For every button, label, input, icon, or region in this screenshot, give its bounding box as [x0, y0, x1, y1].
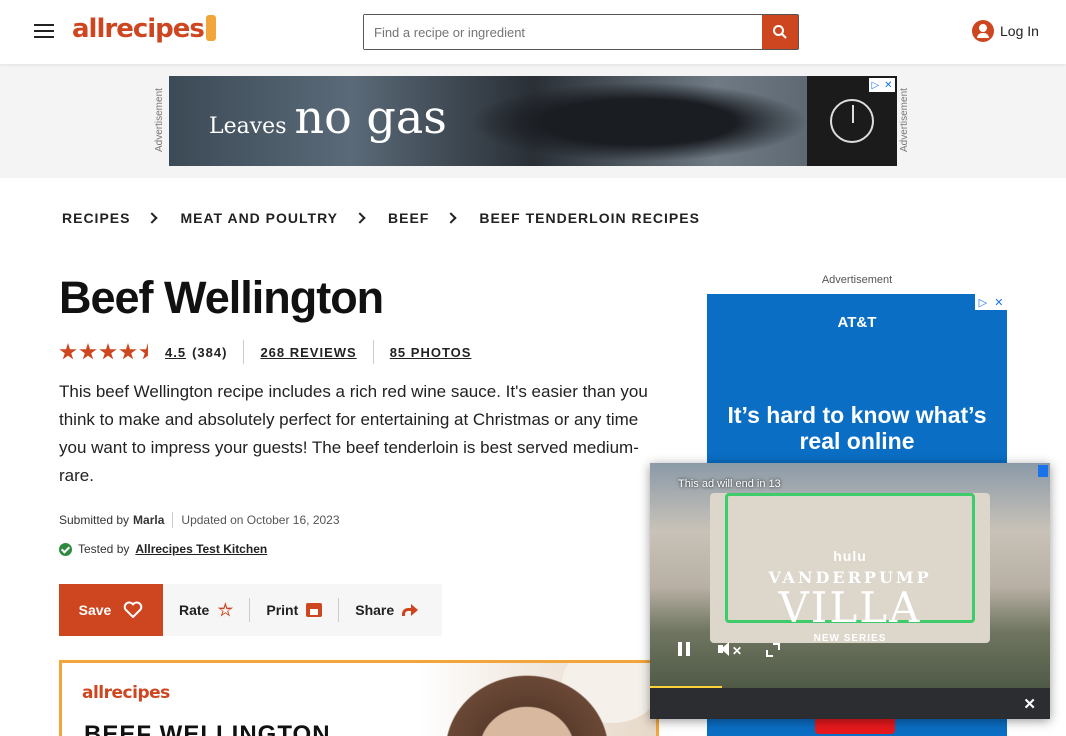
- ad-choices-close[interactable]: ▷ ✕: [869, 78, 895, 92]
- show-title-line2: VILLA: [778, 583, 922, 632]
- video-frame: This ad will end in 13 hulu VANDERPUMP V…: [650, 463, 1050, 688]
- star-icon: [79, 343, 97, 360]
- verified-check-icon: [59, 542, 72, 556]
- recipe-video-thumbnail[interactable]: allrecipes BEEF WELLINGTON: [59, 660, 659, 736]
- search-bar: [363, 14, 799, 50]
- divider: [243, 340, 245, 364]
- car-image: [469, 82, 809, 162]
- ad-label-sidebar: Advertisement: [821, 274, 893, 286]
- host-photo: [432, 663, 622, 736]
- updated-date: Updated on October 16, 2023: [181, 513, 340, 527]
- chevron-right-icon: [445, 212, 458, 224]
- adchoices-icon: ▷: [978, 296, 988, 309]
- show-tagline: NEW SERIES: [813, 633, 887, 644]
- site-logo[interactable]: allrecipes: [72, 14, 216, 44]
- ad-brand: AT&T: [837, 314, 877, 331]
- author-link[interactable]: Marla: [133, 513, 164, 527]
- recipe-description: This beef Wellington recipe includes a r…: [59, 382, 648, 485]
- adchoices-icon: ▷: [871, 79, 880, 91]
- rate-button[interactable]: Rate: [163, 598, 249, 622]
- ad-choices-close[interactable]: ▷ ✕: [975, 294, 1007, 310]
- tested-prefix: Tested by: [78, 542, 130, 556]
- star-outline-icon: [217, 602, 234, 617]
- account-icon: [972, 20, 994, 42]
- pause-icon[interactable]: [678, 642, 690, 660]
- ad-headline-big: no gas: [294, 90, 447, 144]
- logo-text: allrecipes: [72, 14, 205, 44]
- ad-label-left: Advertisement: [154, 88, 165, 152]
- breadcrumb-meat-and-poultry[interactable]: MEAT AND POULTRY: [180, 210, 338, 226]
- star-icon: [59, 343, 77, 360]
- page-title: Beef Wellington: [59, 272, 384, 323]
- search-input[interactable]: [364, 15, 762, 49]
- rating-count: (384): [192, 344, 228, 360]
- star-icon: [119, 343, 137, 360]
- search-icon: [773, 25, 787, 39]
- test-kitchen-link[interactable]: Allrecipes Test Kitchen: [135, 542, 267, 556]
- login-label: Log In: [1000, 23, 1039, 39]
- breadcrumb-beef-tenderloin[interactable]: BEEF TENDERLOIN RECIPES: [479, 210, 700, 226]
- brand-star-icon: [830, 99, 874, 143]
- divider: [172, 512, 174, 528]
- star-rating[interactable]: [59, 343, 157, 361]
- hero-title: BEEF WELLINGTON: [84, 721, 331, 736]
- floating-video-ad[interactable]: This ad will end in 13 hulu VANDERPUMP V…: [650, 463, 1050, 719]
- ad-headline: Leaves no gas: [209, 90, 447, 144]
- photos-link[interactable]: 85 PHOTOS: [390, 345, 472, 360]
- print-button[interactable]: Print: [249, 598, 338, 622]
- submitted-prefix: Submitted by: [59, 513, 130, 527]
- share-button[interactable]: Share: [338, 598, 434, 622]
- video-brand: hulu: [833, 548, 867, 564]
- chevron-right-icon: [146, 212, 159, 224]
- search-button[interactable]: [762, 15, 798, 49]
- byline: Submitted by Marla Updated on October 16…: [59, 512, 340, 528]
- breadcrumb: RECIPES MEAT AND POULTRY BEEF BEEF TENDE…: [62, 210, 700, 226]
- close-icon: ✕: [994, 296, 1004, 309]
- save-label: Save: [78, 602, 112, 618]
- star-half-icon: [139, 343, 157, 360]
- close-video-icon[interactable]: ✕: [1023, 695, 1036, 713]
- ad-headline-small: Leaves: [209, 114, 287, 139]
- reviews-link[interactable]: 268 REVIEWS: [260, 345, 356, 360]
- share-icon: [402, 604, 419, 616]
- video-close-bar: ✕: [650, 688, 1050, 719]
- ad-label-right: Advertisement: [899, 88, 910, 152]
- print-icon: [306, 603, 323, 617]
- heart-icon: [124, 601, 143, 618]
- ad-text: It’s hard to know what’s real online: [727, 402, 987, 454]
- recipe-actions: Save Rate Print Share: [59, 584, 442, 636]
- adchoices-icon[interactable]: [1038, 465, 1048, 477]
- chevron-right-icon: [354, 212, 366, 224]
- share-label: Share: [355, 602, 395, 618]
- logo-mark: [205, 15, 216, 41]
- fullscreen-icon[interactable]: [764, 642, 780, 660]
- breadcrumb-beef[interactable]: BEEF: [388, 210, 429, 226]
- breadcrumb-recipes[interactable]: RECIPES: [62, 210, 130, 226]
- rating-row: 4.5 (384) 268 REVIEWS 85 PHOTOS: [59, 340, 471, 364]
- close-icon: ✕: [884, 79, 893, 91]
- tested-by: Tested by Allrecipes Test Kitchen: [59, 542, 267, 556]
- save-button[interactable]: Save: [59, 584, 163, 636]
- site-header: allrecipes Log In: [0, 0, 1066, 64]
- divider: [372, 340, 374, 364]
- muted-x-icon: ✕: [732, 644, 743, 658]
- hero-logo: allrecipes: [82, 683, 170, 703]
- ad-countdown: This ad will end in 13: [678, 478, 781, 490]
- login-button[interactable]: Log In: [972, 20, 1039, 42]
- top-ad-banner[interactable]: Leaves no gas ▷ ✕: [169, 76, 897, 166]
- menu-icon[interactable]: [32, 20, 56, 44]
- star-icon: [99, 343, 117, 360]
- print-label: Print: [266, 602, 299, 618]
- rating-value[interactable]: 4.5: [165, 345, 186, 360]
- rate-label: Rate: [179, 602, 210, 618]
